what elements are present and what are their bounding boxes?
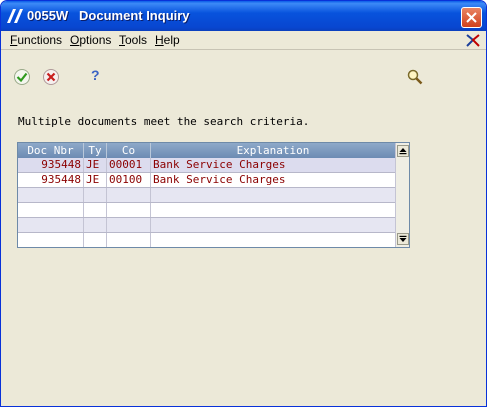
column-header-ty[interactable]: Ty (84, 143, 107, 158)
empty-row (18, 218, 395, 233)
cell-ty: JE (84, 158, 107, 172)
cancel-button[interactable] (42, 68, 60, 86)
scroll-up-icon (399, 148, 407, 155)
ok-button[interactable] (13, 68, 31, 86)
close-button[interactable] (461, 7, 482, 28)
cell-ty: JE (84, 173, 107, 187)
checkmark-icon (14, 69, 30, 85)
empty-cell (18, 218, 84, 232)
title-bar: 0055W Document Inquiry (1, 1, 486, 31)
empty-cell (18, 233, 84, 247)
empty-cell (107, 218, 151, 232)
column-header-co[interactable]: Co (107, 143, 151, 158)
empty-cell (84, 218, 107, 232)
empty-cell (84, 233, 107, 247)
empty-cell (107, 188, 151, 202)
magnifier-icon (407, 69, 423, 85)
empty-row (18, 203, 395, 218)
cell-explanation: Bank Service Charges (153, 173, 286, 186)
column-header-doc-nbr[interactable]: Doc Nbr (18, 143, 84, 158)
column-header-explanation[interactable]: Explanation (151, 143, 395, 158)
table-row[interactable]: 935448 JE 00001 Bank Service Charges (18, 158, 395, 173)
empty-row (18, 188, 395, 203)
scroll-down-button[interactable] (397, 233, 409, 245)
results-grid: Doc Nbr Ty Co Explanation 935448 JE 0000… (17, 142, 410, 248)
jde-app-icon (7, 9, 23, 23)
vertical-scrollbar[interactable] (395, 143, 409, 247)
menu-options[interactable]: Options (70, 33, 111, 47)
find-button[interactable] (406, 68, 424, 86)
menu-bar: Functions Options Tools Help (1, 31, 486, 50)
close-icon (466, 12, 477, 23)
cell-doc-nbr: 935448 (18, 173, 84, 187)
empty-cell (107, 233, 151, 247)
window-title: 0055W Document Inquiry (27, 8, 190, 23)
cell-doc-nbr: 935448 (18, 158, 84, 172)
cancel-icon (43, 69, 59, 85)
scroll-down-icon (399, 235, 407, 242)
menu-help[interactable]: Help (155, 33, 180, 47)
form-area: Multiple documents meet the search crite… (1, 93, 486, 406)
document-inquiry-window: 0055W Document Inquiry Functions Options… (0, 0, 487, 407)
status-message: Multiple documents meet the search crite… (18, 115, 310, 128)
cell-co: 00100 (107, 173, 151, 187)
table-row[interactable]: 935448 JE 00100 Bank Service Charges (18, 173, 395, 188)
empty-row (18, 233, 395, 247)
empty-cell (107, 203, 151, 217)
empty-cell (84, 203, 107, 217)
scroll-up-button[interactable] (397, 145, 409, 157)
cell-co: 00001 (107, 158, 151, 172)
toolbar: ? (1, 51, 486, 93)
grid-header: Doc Nbr Ty Co Explanation (18, 143, 395, 158)
cell-explanation: Bank Service Charges (153, 158, 286, 171)
help-button[interactable]: ? (91, 67, 100, 83)
empty-cell (18, 203, 84, 217)
menu-tools[interactable]: Tools (119, 33, 147, 47)
menu-functions[interactable]: Functions (10, 33, 62, 47)
empty-cell (84, 188, 107, 202)
jde-logo-icon (465, 33, 481, 51)
empty-cell (18, 188, 84, 202)
